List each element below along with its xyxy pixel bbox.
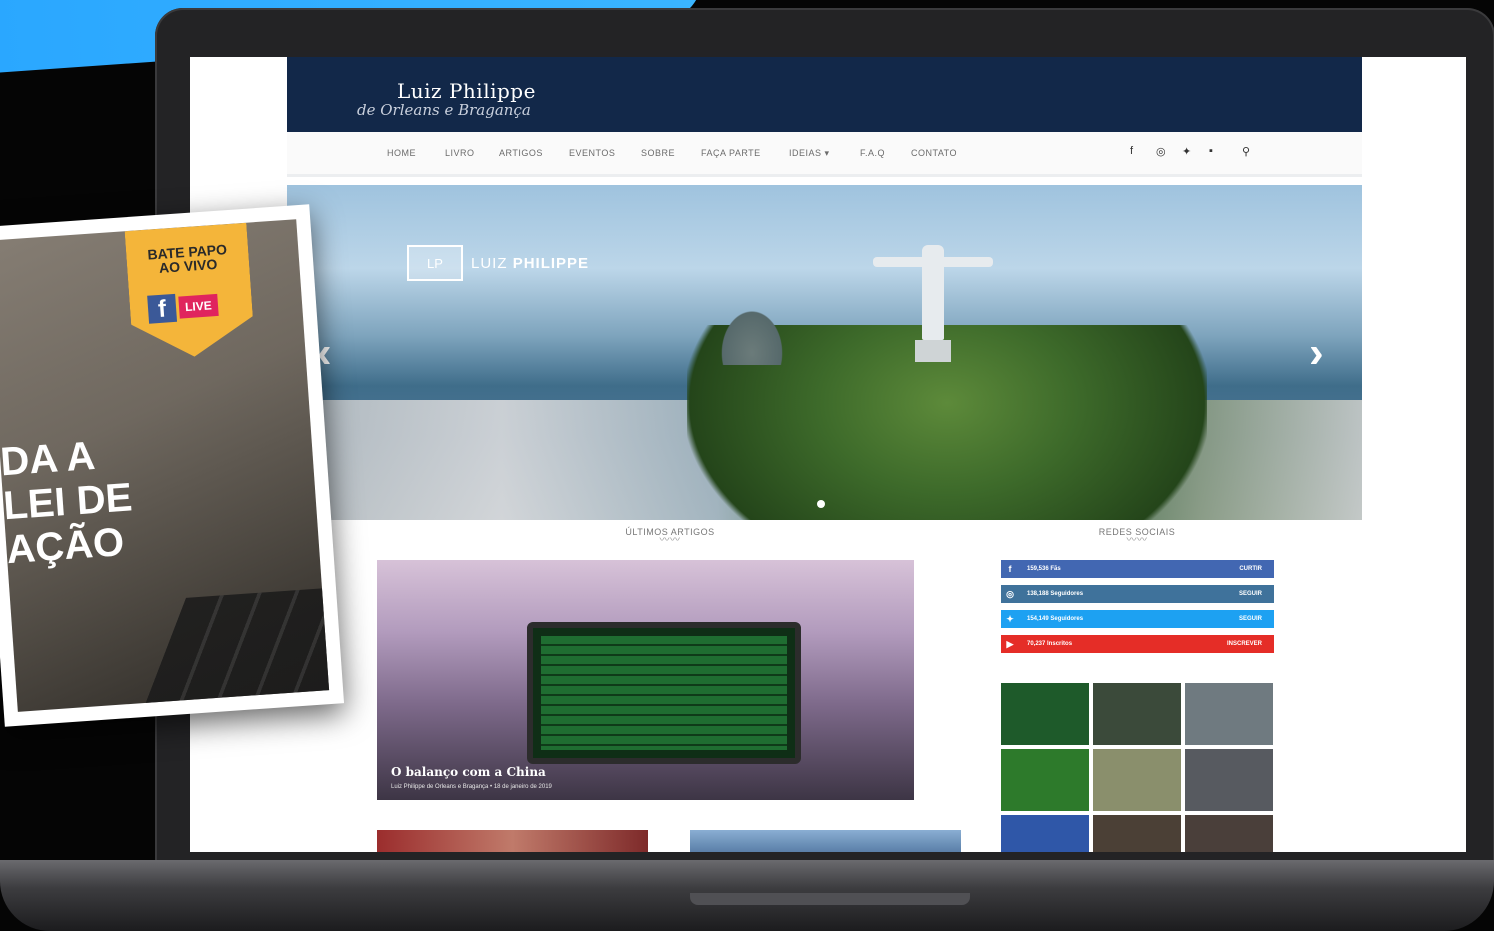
- bate-papo-text: BATE PAPO AO VIVO: [126, 241, 250, 277]
- facebook-icon[interactable]: f: [1130, 145, 1133, 157]
- statue-base: [915, 340, 951, 362]
- nav-faq[interactable]: F.A.Q: [860, 148, 885, 158]
- featured-article-card[interactable]: O balanço com a China Luiz Philippe de O…: [377, 560, 914, 800]
- social-count: 70,237 Inscritos: [1027, 641, 1073, 647]
- instagram-icon[interactable]: ◎: [1156, 145, 1166, 158]
- live-label: LIVE: [178, 294, 218, 319]
- site-logo[interactable]: Luiz Philippe de Orleans e Bragança: [357, 79, 536, 119]
- facebook-live-card: BATE PAPO AO VIVO f LIVE DA A LEI DE AÇÃ…: [0, 204, 345, 727]
- gallery-photo[interactable]: [1093, 815, 1181, 852]
- keyboard-image: [142, 583, 330, 712]
- article-image-board: [527, 622, 801, 764]
- social-row-instagram[interactable]: ◎ 138,188 Seguidores SEGUIR: [1001, 585, 1274, 603]
- gallery-photo[interactable]: [1185, 749, 1273, 811]
- statue-body: [922, 245, 944, 340]
- hero-sugarloaf-image: [717, 305, 787, 365]
- social-row-twitter[interactable]: ✦ 154,149 Seguidores SEGUIR: [1001, 610, 1274, 628]
- nav-contato[interactable]: CONTATO: [911, 148, 957, 158]
- slider-dot[interactable]: [817, 500, 825, 508]
- youtube-icon: ▶: [1006, 638, 1014, 649]
- squiggle-divider: 〰〰: [1126, 535, 1148, 546]
- facebook-icon: f: [147, 294, 177, 324]
- logo-sub: de Orleans e Bragança: [357, 101, 531, 119]
- social-action-button[interactable]: SEGUIR: [1239, 591, 1262, 597]
- social-row-youtube[interactable]: ▶ 70,237 Inscritos INSCREVER: [1001, 635, 1274, 653]
- lp-first-name: LUIZ: [471, 254, 508, 272]
- gallery-photo[interactable]: [1001, 749, 1089, 811]
- live-headline: DA A LEI DE AÇÃO: [0, 433, 134, 573]
- twitter-icon[interactable]: ✦: [1182, 145, 1191, 158]
- social-action-button[interactable]: CURTIR: [1239, 566, 1262, 572]
- lp-logo-box: LP: [407, 245, 463, 281]
- search-icon[interactable]: ⚲: [1242, 145, 1250, 158]
- squiggle-divider: 〰〰: [659, 535, 681, 546]
- live-badge: BATE PAPO AO VIVO f LIVE: [125, 223, 256, 361]
- instagram-icon: ◎: [1006, 588, 1014, 599]
- article-title[interactable]: O balanço com a China: [391, 765, 546, 779]
- gallery-photo[interactable]: [1185, 683, 1273, 745]
- social-action-button[interactable]: SEGUIR: [1239, 616, 1262, 622]
- laptop-screen: Luiz Philippe de Orleans e Bragança HOME…: [190, 57, 1466, 852]
- social-section-title: REDES SOCIAIS 〰〰: [1087, 527, 1187, 546]
- social-count: 154,149 Seguidores: [1027, 616, 1084, 622]
- nav-home[interactable]: HOME: [387, 148, 416, 158]
- nav-faca-parte[interactable]: FAÇA PARTE: [701, 148, 761, 158]
- article-thumbnail[interactable]: [377, 830, 648, 852]
- hero-brand-badge: LP LUIZ PHILIPPE: [407, 245, 589, 281]
- social-row-facebook[interactable]: f 159,536 Fãs CURTIR: [1001, 560, 1274, 578]
- nav-artigos[interactable]: ARTIGOS: [499, 148, 543, 158]
- articles-section-title: ÚLTIMOS ARTIGOS 〰〰: [620, 527, 720, 546]
- slider-next-arrow-icon[interactable]: ›: [1309, 328, 1324, 378]
- gallery-photo[interactable]: [1001, 815, 1089, 852]
- social-action-button[interactable]: INSCREVER: [1227, 641, 1262, 647]
- nav-sobre[interactable]: SOBRE: [641, 148, 675, 158]
- facebook-icon: f: [1008, 564, 1012, 574]
- article-meta: Luiz Philippe de Orleans e Bragança • 18…: [391, 784, 552, 790]
- gallery-photo[interactable]: [1001, 683, 1089, 745]
- nav-ideias[interactable]: IDEIAS ▾: [789, 148, 830, 159]
- nav-eventos[interactable]: EVENTOS: [569, 148, 615, 158]
- gallery-photo[interactable]: [1093, 683, 1181, 745]
- lp-brand-name: LUIZ PHILIPPE: [471, 255, 589, 272]
- gallery-photo[interactable]: [1185, 815, 1273, 852]
- twitter-icon: ✦: [1006, 613, 1014, 624]
- facebook-live-label: f LIVE: [147, 291, 218, 324]
- laptop-notch: [690, 893, 970, 905]
- board-grid: [541, 636, 787, 750]
- article-thumbnail[interactable]: [690, 830, 961, 852]
- site-header: Luiz Philippe de Orleans e Bragança: [287, 57, 1362, 132]
- social-count: 138,188 Seguidores: [1027, 591, 1084, 597]
- nav-livro[interactable]: LIVRO: [445, 148, 475, 158]
- gallery-photo[interactable]: [1093, 749, 1181, 811]
- lp-last-name: PHILIPPE: [512, 254, 590, 272]
- social-count: 159,536 Fãs: [1027, 566, 1061, 572]
- logo-main: Luiz Philippe: [397, 79, 536, 103]
- youtube-icon[interactable]: ▪: [1209, 145, 1213, 157]
- hero-slider: LP LUIZ PHILIPPE ‹ ›: [287, 185, 1362, 520]
- main-nav: HOME LIVRO ARTIGOS EVENTOS SOBRE FAÇA PA…: [287, 132, 1362, 177]
- live-card-image: BATE PAPO AO VIVO f LIVE DA A LEI DE AÇÃ…: [0, 219, 330, 712]
